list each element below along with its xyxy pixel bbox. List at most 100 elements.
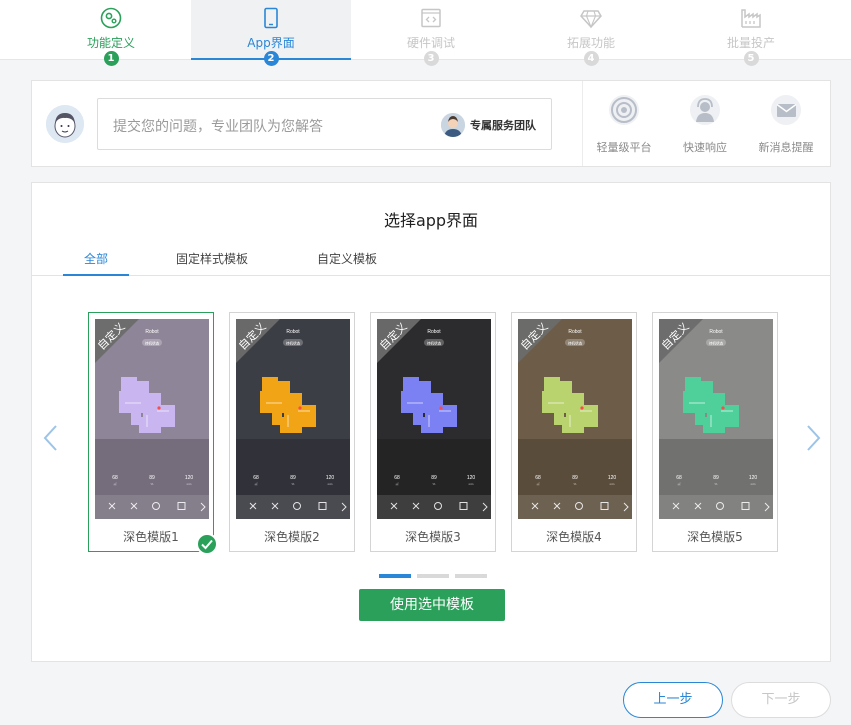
next-step-button: 下一步 (731, 682, 831, 718)
template-tabs: 全部 固定样式模板 自定义模板 (32, 249, 830, 276)
preview-unit: % (151, 482, 154, 486)
step-extended-features[interactable]: 拓展功能 4 (511, 0, 671, 66)
preview-stat: 68 (676, 475, 682, 481)
selected-check-icon (196, 533, 218, 555)
step-number: 5 (743, 51, 759, 66)
step-function-definition[interactable]: 功能定义 1 (31, 0, 191, 66)
preview-unit: ㎡ (536, 481, 539, 486)
preview-unit: min (328, 482, 333, 486)
feature-label: 快速响应 (683, 141, 727, 154)
team-label: 专属服务团队 (470, 119, 536, 132)
question-placeholder: 提交您的问题，专业团队为您解答 (113, 119, 323, 135)
support-agent-icon (690, 95, 720, 125)
template-select-panel: 选择app界面 全部 固定样式模板 自定义模板 Robot 待机状态 68 89 120… (31, 182, 831, 662)
preview-status: 待机状态 (286, 341, 301, 346)
step-number: 1 (103, 51, 119, 66)
template-preview: Robot 待机状态 68 89 120 ㎡% min (377, 319, 491, 519)
user-avatar (46, 105, 84, 143)
preview-unit: % (292, 482, 295, 486)
service-team-button[interactable]: 专属服务团队 (441, 112, 536, 138)
step-app-ui[interactable]: App界面 2 (191, 0, 351, 66)
preview-stat: 68 (535, 475, 541, 481)
feature-label: 新消息提醒 (758, 141, 814, 154)
preview-unit: ㎡ (113, 481, 116, 486)
step-number: 3 (423, 51, 439, 66)
preview-unit: ㎡ (395, 481, 398, 486)
step-number: 2 (263, 51, 279, 66)
question-input[interactable]: 提交您的问题，专业团队为您解答 专属服务团队 (97, 98, 552, 150)
step-label: 功能定义 (86, 36, 135, 50)
preview-title: Robot (709, 329, 723, 335)
preview-unit: % (715, 482, 718, 486)
pager-dot[interactable] (455, 574, 487, 578)
template-name: 深色模版2 (264, 530, 320, 544)
preview-status: 待机状态 (568, 341, 583, 346)
gear-circle-icon (100, 7, 122, 29)
factory-icon (741, 9, 761, 28)
pager-dot[interactable] (379, 574, 411, 578)
tab-custom[interactable]: 自定义模板 (305, 249, 389, 276)
phone-icon (264, 7, 278, 29)
template-name: 深色模版1 (123, 530, 179, 544)
feature-message-alert: 新消息提醒 (746, 93, 826, 155)
step-label: App界面 (247, 36, 295, 50)
preview-title: Robot (286, 329, 300, 335)
template-card[interactable]: Robot 待机状态 68 89 120 ㎡% min 自定义 深色模版3 (370, 312, 496, 552)
preview-unit: % (433, 482, 436, 486)
step-number: 4 (583, 51, 599, 66)
template-card[interactable]: Robot 待机状态 68 89 120 ㎡% min 自定义 深色模版5 (652, 312, 778, 552)
preview-stat: 89 (290, 475, 296, 481)
preview-title: Robot (427, 329, 441, 335)
template-card[interactable]: Robot 待机状态 68 89 120 ㎡% min 自定义 深色模版1 (88, 312, 218, 555)
pager-dot[interactable] (417, 574, 449, 578)
feature-lightweight: 轻量级平台 (584, 93, 664, 155)
preview-unit: ㎡ (677, 481, 680, 486)
template-preview: Robot 待机状态 68 89 120 ㎡% min (236, 319, 350, 519)
preview-status: 待机状态 (145, 341, 160, 346)
team-face-icon (441, 113, 465, 137)
preview-unit: min (469, 482, 474, 486)
template-name: 深色模版5 (687, 530, 743, 544)
preview-stat: 120 (185, 475, 194, 481)
preview-stat: 68 (112, 475, 118, 481)
question-panel: 提交您的问题，专业团队为您解答 专属服务团队 轻量级平台 快速响应 新消息提醒 (31, 80, 831, 167)
target-icon (609, 95, 639, 125)
prev-step-button[interactable]: 上一步 (623, 682, 723, 718)
code-window-icon (421, 8, 441, 28)
carousel-next-arrow-icon[interactable] (803, 423, 823, 453)
preview-stat: 120 (467, 475, 476, 481)
preview-stat: 89 (713, 475, 719, 481)
preview-stat: 89 (431, 475, 437, 481)
step-hardware-debug[interactable]: 硬件调试 3 (351, 0, 511, 66)
preview-unit: % (574, 482, 577, 486)
step-mass-production[interactable]: 批量投产 5 (671, 0, 831, 66)
step-label: 批量投产 (726, 36, 775, 50)
progress-stepper: 功能定义 1 App界面 2 硬件调试 3 拓展功能 4 批量投产 5 (0, 0, 851, 66)
team-avatar (441, 113, 465, 137)
preview-status: 待机状态 (709, 341, 724, 346)
preview-stat: 89 (572, 475, 578, 481)
preview-title: Robot (568, 329, 582, 335)
tab-all[interactable]: 全部 (63, 249, 129, 276)
step-label: 拓展功能 (566, 36, 615, 50)
preview-unit: min (610, 482, 615, 486)
preview-stat: 120 (749, 475, 758, 481)
preview-unit: min (751, 482, 756, 486)
diamond-icon (580, 10, 602, 29)
template-preview: Robot 待机状态 68 89 120 ㎡% min (518, 319, 632, 519)
use-selected-template-button[interactable]: 使用选中模板 (359, 589, 505, 621)
template-preview: Robot 待机状态 68 89 120 ㎡% min (659, 319, 773, 519)
carousel-prev-arrow-icon[interactable] (41, 423, 61, 453)
preview-stat: 120 (326, 475, 335, 481)
feature-fast-response: 快速响应 (665, 93, 745, 155)
preview-unit: ㎡ (254, 481, 257, 486)
preview-title: Robot (145, 329, 159, 335)
template-preview: Robot 待机状态 68 89 120 ㎡% min (95, 319, 209, 519)
template-card[interactable]: Robot 待机状态 68 89 120 ㎡% min 自定义 深色模版4 (511, 312, 637, 552)
template-name: 深色模版3 (405, 530, 461, 544)
preview-status: 待机状态 (427, 341, 442, 346)
avatar-face-icon (46, 105, 84, 143)
tab-fixed-style[interactable]: 固定样式模板 (164, 249, 260, 276)
step-label: 硬件调试 (406, 36, 455, 50)
template-card[interactable]: Robot 待机状态 68 89 120 ㎡% min 自定义 深色模版2 (229, 312, 355, 552)
